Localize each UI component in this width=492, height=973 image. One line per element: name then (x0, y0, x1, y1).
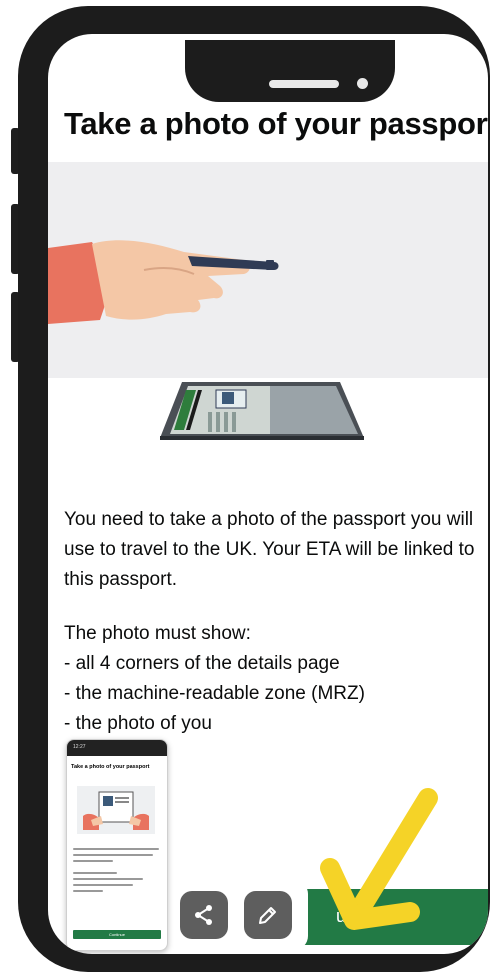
thumbnail-illustration (77, 786, 155, 834)
screenshot-thumbnail[interactable]: 12:27 Take a photo of your passport Cont… (66, 739, 168, 951)
thumbnail-title: Take a photo of your passport (71, 764, 150, 770)
phone-frame: Take a photo of your passport You need t… (18, 6, 490, 972)
speaker-grille (269, 80, 339, 88)
intro-paragraph: You need to take a photo of the passport… (64, 509, 475, 590)
share-button[interactable] (180, 891, 228, 939)
must-show-heading: The photo must show: (64, 623, 251, 644)
must-show-item: - all 4 corners of the details page (64, 653, 340, 674)
instructions-text: You need to take a photo of the passport… (64, 505, 484, 739)
pencil-icon (259, 907, 276, 924)
share-icon (195, 905, 212, 925)
thumbnail-status-bar: 12:27 (67, 740, 167, 756)
screenshot-actions (174, 880, 308, 950)
must-show-item: - the photo of you (64, 713, 212, 734)
phone-notch (185, 40, 395, 102)
hand-holding-phone-illustration (48, 240, 279, 324)
yellow-arrow-icon (320, 788, 438, 930)
passport-illustration-panel (48, 162, 488, 378)
phone-screen: Take a photo of your passport You need t… (48, 34, 488, 954)
front-camera (357, 78, 368, 89)
edit-button[interactable] (244, 891, 292, 939)
thumbnail-continue-button: Continue (73, 930, 161, 939)
thumbnail-status-time: 12:27 (73, 744, 86, 750)
thumbnail-text-lines (73, 848, 161, 896)
must-show-item: - the machine-readable zone (MRZ) (64, 683, 365, 704)
page-title: Take a photo of your passport (64, 106, 488, 141)
passport-image (160, 382, 364, 440)
